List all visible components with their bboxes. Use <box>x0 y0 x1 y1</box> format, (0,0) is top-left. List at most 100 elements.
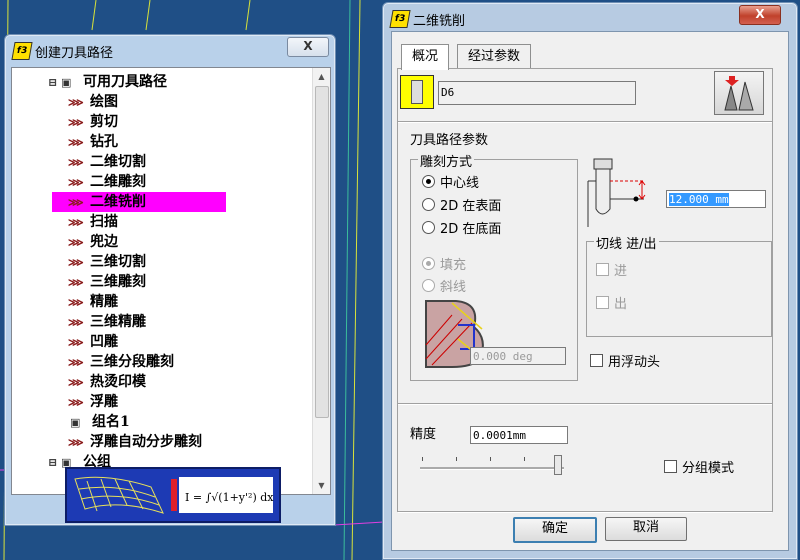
radio-hatch[interactable] <box>422 279 435 292</box>
tree-item-label: 剪切 <box>90 114 118 130</box>
depth-field[interactable]: 12.000 mm <box>666 190 766 208</box>
radio-2d-on-bottom[interactable] <box>422 221 435 234</box>
toolpath-icon: ⋙ <box>68 236 84 249</box>
ok-button[interactable]: 确定 <box>513 517 597 543</box>
tab-pass-parameters[interactable]: 经过参数 <box>457 44 532 69</box>
tree-item[interactable]: ⋙ 精雕 <box>68 292 118 312</box>
toolpath-icon: ⋙ <box>68 296 84 309</box>
cancel-button[interactable]: 取消 <box>605 517 687 541</box>
divider <box>398 511 772 513</box>
slider-thumb[interactable] <box>554 455 562 475</box>
group-mode-label: 分组模式 <box>682 461 735 476</box>
hatch-angle-field[interactable]: 0.000 deg <box>470 347 566 365</box>
tree-item-label: 凹雕 <box>90 334 118 350</box>
tree-item[interactable]: ⋙ 二维切割 <box>68 152 146 172</box>
precision-field[interactable]: 0.0001mm <box>470 426 568 444</box>
toolpath-icon: ⋙ <box>68 336 84 349</box>
2d-on-surface-label: 2D 在表面 <box>440 199 502 214</box>
precision-label: 精度 <box>410 427 437 442</box>
radio-fill[interactable] <box>422 257 435 270</box>
toolpath-icon: ⋙ <box>68 136 84 149</box>
formula-banner: I = ∫√(1+y'²) dx <box>65 467 281 523</box>
tree-item-label: 二维雕刻 <box>90 174 146 190</box>
toolpath-icon: ⋙ <box>68 436 84 449</box>
mesh-surface-icon: I = ∫√(1+y'²) dx <box>74 476 274 514</box>
expand-toggle-icon[interactable]: ⊟ <box>48 76 61 89</box>
lead-out-checkbox[interactable] <box>596 296 609 309</box>
scroll-up-icon[interactable]: ▲ <box>313 68 330 85</box>
toolpath-icon: ⋙ <box>68 276 84 289</box>
lead-in-label: 进 <box>614 264 628 279</box>
centerline-label: 中心线 <box>440 176 480 191</box>
lead-in-checkbox[interactable] <box>596 263 609 276</box>
tree-item[interactable]: ⋙ 凹雕 <box>68 332 118 352</box>
tool-library-button[interactable] <box>714 71 764 115</box>
folder-icon: ▣ <box>61 76 72 89</box>
tree-item-label: 扫描 <box>90 214 118 230</box>
fill-label: 填充 <box>440 258 467 273</box>
radio-centerline[interactable] <box>422 175 435 188</box>
tree-item-label: 浮雕自动分步雕刻 <box>90 434 202 450</box>
scroll-down-icon[interactable]: ▼ <box>313 477 330 494</box>
create-toolpath-window: f3 创建刀具路径 X ▲ ▼ ⊟ ▣ 可用刀具路径 ⋙ 绘图 ⋙ 剪切 ⋙ 钻孔 ⋙ 二维切割 ⋙… <box>4 34 336 526</box>
toolpath-params-label: 刀具路径参数 <box>410 133 489 148</box>
toolpath-icon: ⋙ <box>68 196 84 209</box>
depth-diagram-icon <box>587 158 646 227</box>
precision-slider[interactable] <box>420 453 564 475</box>
tree-item-label: 可用刀具路径 <box>83 74 168 90</box>
tree-item[interactable]: ⋙ 扫描 <box>68 212 118 232</box>
vertical-scrollbar[interactable]: ▲ ▼ <box>312 68 330 494</box>
folder-icon: ▣ <box>70 416 81 429</box>
toolpath-icon: ⋙ <box>68 356 84 369</box>
tree-item[interactable]: ⋙ 二维铣削 <box>52 192 226 212</box>
tab-panel: D6 刀具路径参数 雕刻方式 中心线 2D 在表面 2D 在底面 填充 斜线 0… <box>397 68 773 513</box>
2d-milling-dialog: f3 二维铣削 X 概况 经过参数 D6 刀具路径参数 雕刻方式 中心线 2D … <box>382 2 798 560</box>
tree-item[interactable]: ⋙ 热烫印模 <box>68 372 146 392</box>
tree-item[interactable]: ⋙ 浮雕 <box>68 392 118 412</box>
hatch-label: 斜线 <box>440 280 467 295</box>
tree-item[interactable]: ⊟ ▣ 可用刀具路径 <box>48 72 167 92</box>
group-mode-checkbox[interactable] <box>664 460 677 473</box>
close-button[interactable]: X <box>287 37 329 57</box>
tree-item-label: 三维精雕 <box>90 314 146 330</box>
engrave-mode-legend: 雕刻方式 <box>418 151 475 170</box>
toolpath-icon: ⋙ <box>68 96 84 109</box>
toolpath-icon: ⋙ <box>68 256 84 269</box>
app-logo-icon: f3 <box>389 10 411 28</box>
tree-item-label: 组名1 <box>92 414 130 430</box>
dialog-title: 二维铣削 <box>413 14 466 29</box>
toolpath-icon: ⋙ <box>68 116 84 129</box>
tree-item[interactable]: ⋙ 三维分段雕刻 <box>68 352 174 372</box>
tree-item[interactable]: ⋙ 三维切割 <box>68 252 146 272</box>
toolpath-icon: ⋙ <box>68 176 84 189</box>
tree-item[interactable]: ▣ 组名1 <box>70 412 130 432</box>
expand-toggle-icon[interactable]: ⊟ <box>48 456 61 469</box>
toolpath-tree[interactable]: ▲ ▼ ⊟ ▣ 可用刀具路径 ⋙ 绘图 ⋙ 剪切 ⋙ 钻孔 ⋙ 二维切割 ⋙ 二维雕刻 ⋙ 二维铣削 ⋙ 扫描… <box>11 67 331 495</box>
tab-overview[interactable]: 概况 <box>401 44 450 70</box>
floating-head-checkbox[interactable] <box>590 354 603 367</box>
tree-item[interactable]: ⋙ 三维雕刻 <box>68 272 146 292</box>
tree-item[interactable]: ⋙ 三维精雕 <box>68 312 146 332</box>
tree-item-label: 精雕 <box>90 294 118 310</box>
tree-item[interactable]: ⋙ 浮雕自动分步雕刻 <box>68 432 202 452</box>
dialog-close-button[interactable]: X <box>739 5 781 25</box>
lead-in-out-group <box>586 241 772 337</box>
tree-item-label: 钻孔 <box>90 134 118 150</box>
floating-head-label: 用浮动头 <box>608 355 661 370</box>
divider <box>398 403 772 405</box>
tree-item[interactable]: ⋙ 绘图 <box>68 92 118 112</box>
tree-item-label: 浮雕 <box>90 394 118 410</box>
scroll-thumb[interactable] <box>315 86 329 418</box>
tree-item[interactable]: ⋙ 钻孔 <box>68 132 118 152</box>
tree-item[interactable]: ⋙ 兜边 <box>68 232 118 252</box>
tree-item-label: 热烫印模 <box>90 374 146 390</box>
tool-color-swatch[interactable] <box>400 75 434 109</box>
tree-item-label: 三维分段雕刻 <box>90 354 174 370</box>
tree-item[interactable]: ⋙ 二维雕刻 <box>68 172 146 192</box>
toolpath-icon: ⋙ <box>68 396 84 409</box>
lead-in-out-legend: 切线 进/出 <box>594 233 659 252</box>
tool-name-field[interactable]: D6 <box>438 81 636 105</box>
radio-2d-on-surface[interactable] <box>422 198 435 211</box>
divider <box>398 121 772 123</box>
tree-item[interactable]: ⋙ 剪切 <box>68 112 118 132</box>
